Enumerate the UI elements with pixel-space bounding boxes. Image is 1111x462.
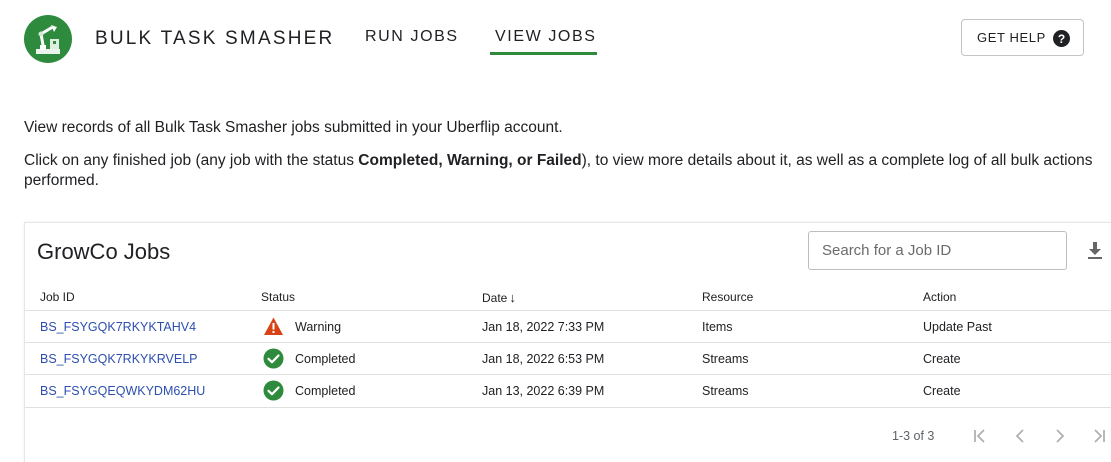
app-header: BULK TASK SMASHER RUN JOBS VIEW JOBS GET…: [0, 0, 1111, 80]
warning-triangle-icon: [263, 316, 284, 337]
table-row[interactable]: BS_FSYGQK7RKYKRVELP Completed Jan 18, 20…: [25, 343, 1111, 375]
status-text: Warning: [295, 320, 342, 334]
table-header: Job ID Status Date ↓ Resource Action: [25, 278, 1111, 311]
arrow-down-icon: ↓: [509, 290, 516, 305]
column-header-resource[interactable]: Resource: [702, 290, 753, 304]
job-action: Create: [923, 352, 961, 366]
tab-view-jobs[interactable]: VIEW JOBS: [495, 28, 597, 46]
table-row[interactable]: BS_FSYGQEQWKYDM62HU Completed Jan 13, 20…: [25, 375, 1111, 408]
job-action: Create: [923, 384, 961, 398]
table-row[interactable]: BS_FSYGQK7RKYKTAHV4 Warning Jan 18, 2022…: [25, 311, 1111, 343]
job-action: Update Past: [923, 320, 992, 334]
column-header-job-id[interactable]: Job ID: [40, 290, 75, 304]
intro-line-2-prefix: Click on any finished job (any job with …: [24, 152, 359, 169]
job-date: Jan 18, 2022 6:53 PM: [482, 352, 605, 366]
robot-arm-logo-icon[interactable]: [24, 15, 72, 63]
job-id-link[interactable]: BS_FSYGQK7RKYKTAHV4: [40, 320, 196, 334]
previous-page-icon[interactable]: [1010, 427, 1030, 445]
card-title: GrowCo Jobs: [37, 239, 171, 264]
column-header-status[interactable]: Status: [261, 290, 295, 304]
app-title: BULK TASK SMASHER: [95, 28, 335, 49]
job-id-link[interactable]: BS_FSYGQK7RKYKRVELP: [40, 352, 197, 366]
job-resource: Items: [702, 320, 733, 334]
job-date: Jan 18, 2022 7:33 PM: [482, 320, 605, 334]
jobs-card: GrowCo Jobs Job ID Status Date↓ Resource…: [24, 222, 1111, 462]
job-resource: Streams: [702, 384, 749, 398]
job-id-search-input[interactable]: [808, 231, 1067, 270]
question-circle-icon: ?: [1053, 30, 1070, 47]
first-page-icon[interactable]: [970, 427, 990, 445]
active-tab-indicator: [490, 52, 597, 55]
check-circle-icon: [263, 380, 284, 401]
status-text: Completed: [295, 384, 356, 398]
job-id-link[interactable]: BS_FSYGQEQWKYDM62HU: [40, 384, 205, 398]
pagination-range: 1-3 of 3: [892, 429, 935, 443]
job-resource: Streams: [702, 352, 749, 366]
column-header-date-label: Date: [482, 291, 508, 305]
job-date: Jan 13, 2022 6:39 PM: [482, 384, 605, 398]
column-header-action[interactable]: Action: [923, 290, 956, 304]
column-header-date[interactable]: Date ↓: [482, 290, 516, 305]
intro-line-2: Click on any finished job (any job with …: [24, 151, 1094, 191]
intro-line-2-bold: Completed, Warning, or Failed: [358, 152, 582, 169]
status-text: Completed: [295, 352, 356, 366]
check-circle-icon: [263, 348, 284, 369]
get-help-button[interactable]: GET HELP ?: [961, 19, 1084, 56]
page-description: View records of all Bulk Task Smasher jo…: [24, 118, 1094, 204]
next-page-icon[interactable]: [1050, 427, 1070, 445]
last-page-icon[interactable]: [1089, 427, 1109, 445]
download-icon[interactable]: [1086, 240, 1104, 260]
intro-line-1: View records of all Bulk Task Smasher jo…: [24, 119, 563, 136]
get-help-label: GET HELP: [977, 30, 1046, 45]
tab-run-jobs[interactable]: RUN JOBS: [365, 28, 459, 46]
